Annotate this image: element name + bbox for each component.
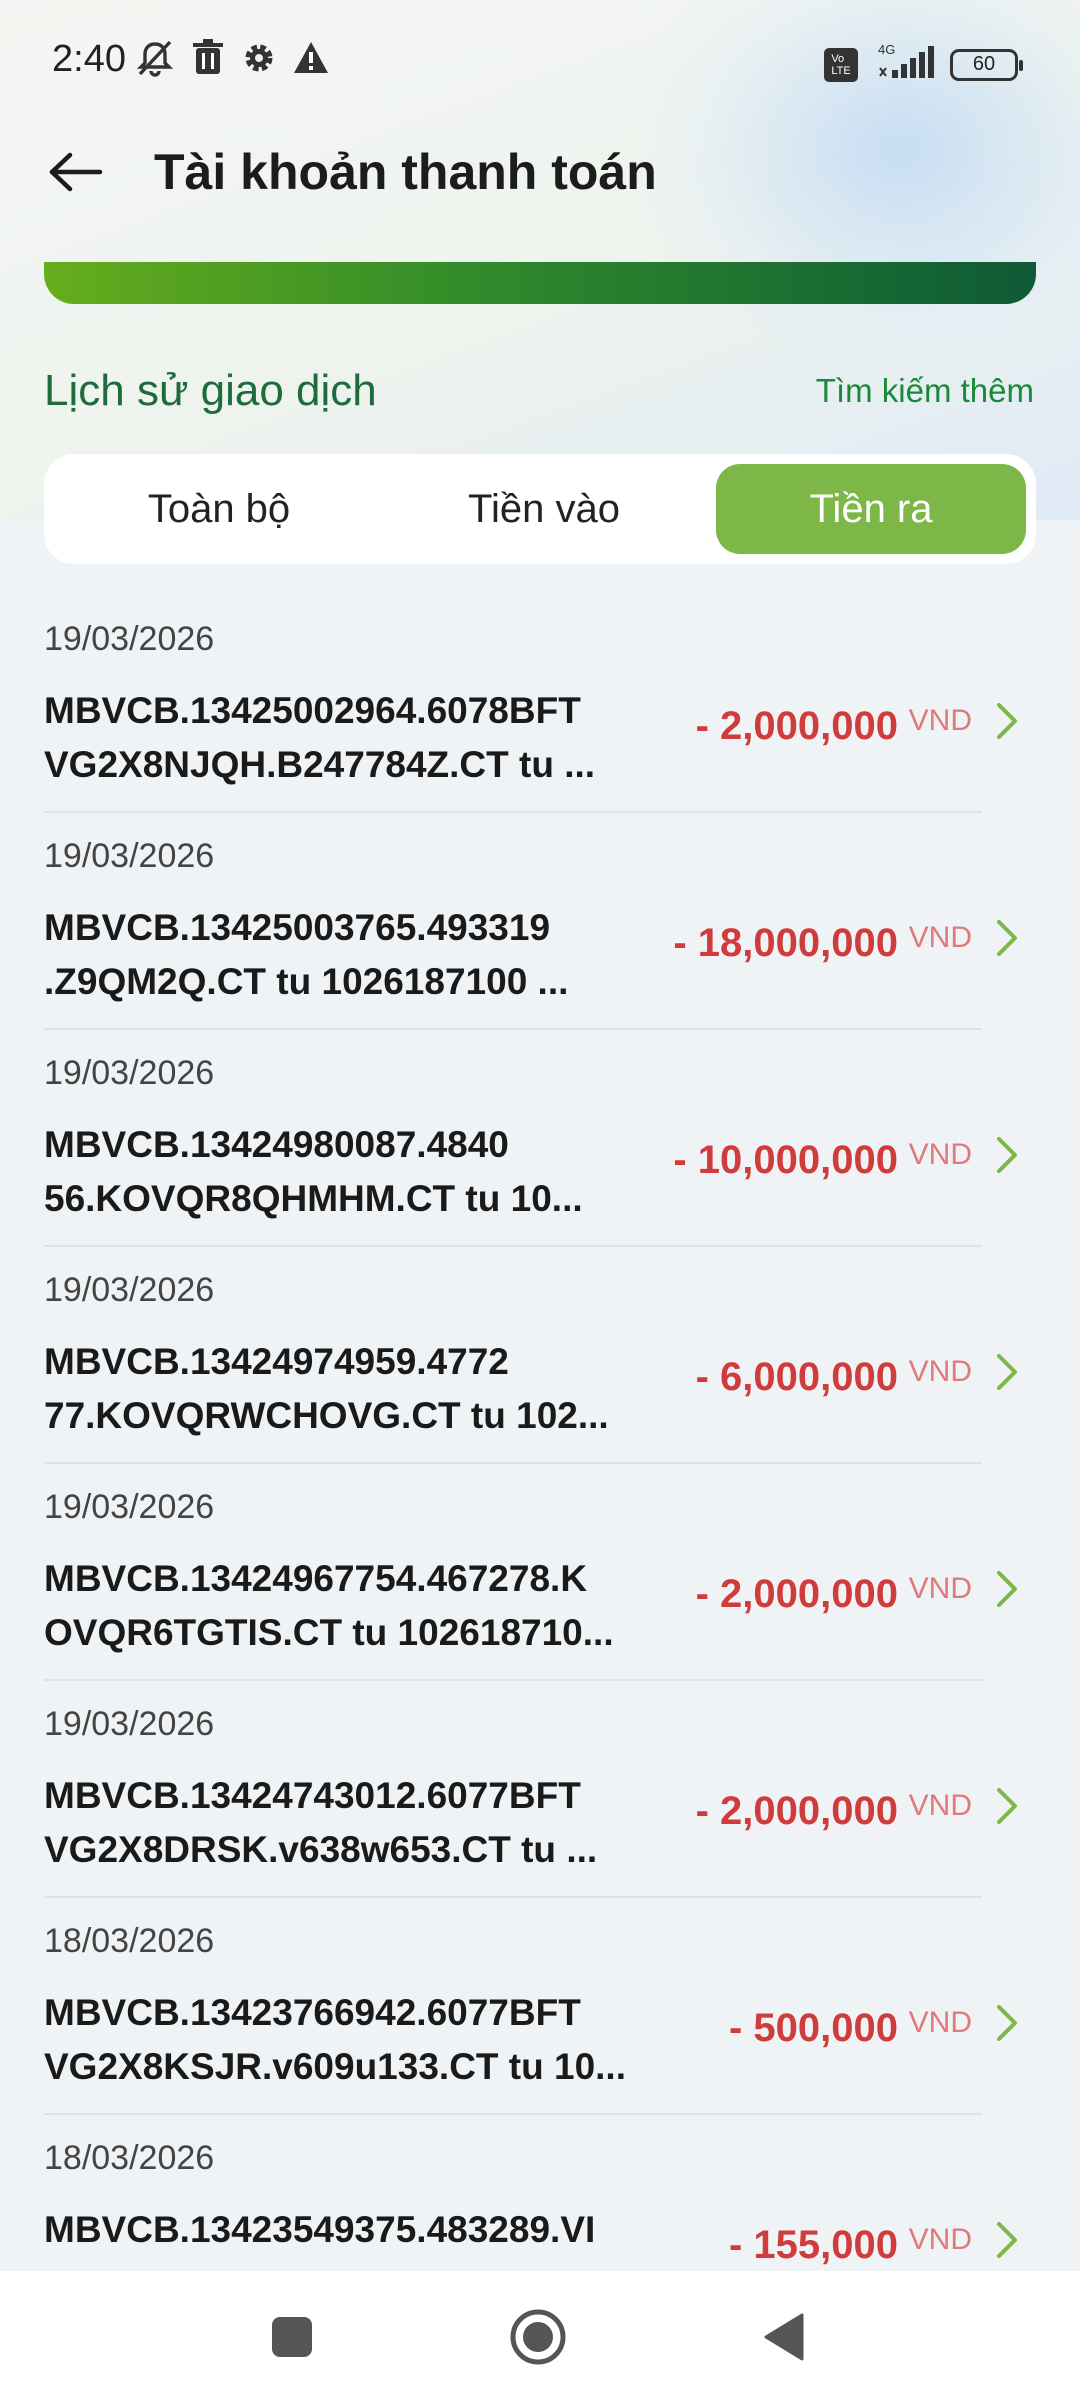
arrow-left-icon (49, 152, 103, 192)
page-title: Tài khoản thanh toán (154, 144, 657, 200)
transaction-description-line2: 56.KOVQR8QHMHM.CT tu 10... (44, 1178, 583, 1219)
battery-indicator: 60 (950, 48, 1023, 81)
transaction-amount: - 18,000,000 (673, 921, 898, 965)
transaction-date: 18/03/2026 (44, 1922, 215, 1960)
chevron-right-icon (990, 1998, 1024, 2048)
recent-apps-button[interactable] (260, 2305, 324, 2369)
transaction-description-line1: MBVCB.13423766942.6077BFT (44, 1992, 581, 2033)
system-navigation-bar (0, 2271, 1080, 2400)
chevron-right-icon (990, 1781, 1024, 1831)
transaction-row[interactable]: 19/03/2026 MBVCB.13424980087.4840 56.KOV… (0, 1030, 1080, 1247)
transaction-amount: - 10,000,000 (673, 1138, 898, 1182)
transaction-date: 19/03/2026 (44, 1488, 215, 1526)
transaction-date: 19/03/2026 (44, 1054, 215, 1092)
transaction-description-line1: MBVCB.13425003765.493319 (44, 907, 551, 948)
volte-icon: Vo LTE (824, 47, 858, 82)
transaction-description: MBVCB.13425002964.6078BFT VG2X8NJQH.B247… (44, 684, 644, 792)
transaction-currency: VND (908, 2006, 972, 2039)
transaction-description-line1: MBVCB.13424743012.6077BFT (44, 1775, 581, 1816)
triangle-back-icon (764, 2313, 804, 2361)
tab-money-in[interactable]: Tiền vào (389, 464, 699, 554)
transaction-description: MBVCB.13424967754.467278.K OVQR6TGTIS.CT… (44, 1552, 644, 1660)
transaction-currency: VND (908, 704, 972, 737)
transaction-description: MBVCB.13424980087.4840 56.KOVQR8QHMHM.CT… (44, 1118, 644, 1226)
transaction-amount: - 500,000 (728, 2006, 898, 2050)
transaction-date: 19/03/2026 (44, 1705, 215, 1743)
chevron-right-icon (990, 2215, 1024, 2265)
gear-icon (240, 38, 278, 83)
transaction-list: 19/03/2026 MBVCB.13425002964.6078BFT VG2… (0, 596, 1080, 2271)
warning-icon (292, 38, 330, 83)
transaction-date: 19/03/2026 (44, 837, 215, 875)
transaction-description: MBVCB.13425003765.493319 .Z9QM2Q.CT tu 1… (44, 901, 644, 1009)
transaction-currency: VND (908, 1572, 972, 1605)
transaction-row[interactable]: 18/03/2026 MBVCB.13423766942.6077BFT VG2… (0, 1898, 1080, 2115)
square-icon (272, 2317, 312, 2357)
back-nav-button[interactable] (752, 2305, 816, 2369)
transaction-currency: VND (908, 921, 972, 954)
transaction-date: 18/03/2026 (44, 2139, 215, 2177)
transaction-currency: VND (908, 1355, 972, 1388)
transaction-description-line1: MBVCB.13424967754.467278.K (44, 1558, 588, 1599)
transaction-row[interactable]: 19/03/2026 MBVCB.13424974959.4772 77.KOV… (0, 1247, 1080, 1464)
back-button[interactable] (44, 140, 108, 204)
transaction-description-line1: MBVCB.13423549375.483289.VI (44, 2209, 596, 2250)
status-bar: 2:40 Vo LTE 4G 60 (0, 0, 1080, 120)
transaction-description-line2: VG2X8KSJR.v609u133.CT tu 10... (44, 2046, 626, 2087)
transaction-description: MBVCB.13424974959.4772 77.KOVQRWCHOVG.CT… (44, 1335, 644, 1443)
network-type-label: 4G (878, 42, 895, 57)
signal-icon: 4G (872, 42, 936, 87)
transaction-description-line2: 77.KOVQRWCHOVG.CT tu 102... (44, 1395, 609, 1436)
home-button[interactable] (506, 2305, 570, 2369)
chevron-right-icon (990, 913, 1024, 963)
transaction-currency: VND (908, 1138, 972, 1171)
transaction-currency: VND (908, 1789, 972, 1822)
transaction-amount: - 6,000,000 (695, 1355, 898, 1399)
transaction-row[interactable]: 19/03/2026 MBVCB.13424743012.6077BFT VG2… (0, 1681, 1080, 1898)
status-time: 2:40 (52, 38, 126, 80)
trash-icon (190, 38, 226, 83)
transaction-description-line2: OVQR6TGTIS.CT tu 102618710... (44, 1612, 614, 1653)
circle-icon (510, 2309, 566, 2365)
transaction-history-title: Lịch sử giao dịch (44, 366, 377, 415)
transaction-description-line1: MBVCB.13424980087.4840 (44, 1124, 509, 1165)
transaction-amount: - 2,000,000 (695, 1572, 898, 1616)
transaction-row[interactable]: 19/03/2026 MBVCB.13424967754.467278.K OV… (0, 1464, 1080, 1681)
chevron-right-icon (990, 1564, 1024, 1614)
transaction-row[interactable]: 19/03/2026 MBVCB.13425003765.493319 .Z9Q… (0, 813, 1080, 1030)
transaction-amount: - 2,000,000 (695, 1789, 898, 1833)
tab-money-out[interactable]: Tiền ra (716, 464, 1026, 554)
transaction-description: MBVCB.13423549375.483289.VI (44, 2203, 644, 2257)
transaction-description-line1: MBVCB.13424974959.4772 (44, 1341, 509, 1382)
transaction-description-line2: VG2X8DRSK.v638w653.CT tu ... (44, 1829, 598, 1870)
tab-all[interactable]: Toàn bộ (64, 464, 374, 554)
transaction-description: MBVCB.13423766942.6077BFT VG2X8KSJR.v609… (44, 1986, 644, 2094)
transaction-description-line2: VG2X8NJQH.B247784Z.CT tu ... (44, 744, 596, 785)
transaction-amount: - 155,000 (728, 2223, 898, 2267)
transaction-currency: VND (908, 2223, 972, 2256)
transaction-filter-tabs: Toàn bộ Tiền vào Tiền ra (44, 454, 1036, 564)
transaction-row[interactable]: 19/03/2026 MBVCB.13425002964.6078BFT VG2… (0, 596, 1080, 813)
chevron-right-icon (990, 696, 1024, 746)
silent-bell-icon (134, 38, 176, 83)
transaction-amount: - 2,000,000 (695, 704, 898, 748)
transaction-row[interactable]: 18/03/2026 MBVCB.13423549375.483289.VI -… (0, 2115, 1080, 2271)
transaction-description-line2: .Z9QM2Q.CT tu 1026187100 ... (44, 961, 569, 1002)
chevron-right-icon (990, 1130, 1024, 1180)
transaction-description-line1: MBVCB.13425002964.6078BFT (44, 690, 581, 731)
search-more-link[interactable]: Tìm kiếm thêm (816, 372, 1034, 410)
chevron-right-icon (990, 1347, 1024, 1397)
transaction-description: MBVCB.13424743012.6077BFT VG2X8DRSK.v638… (44, 1769, 644, 1877)
transaction-date: 19/03/2026 (44, 620, 215, 658)
account-card-strip[interactable] (44, 262, 1036, 304)
transaction-date: 19/03/2026 (44, 1271, 215, 1309)
